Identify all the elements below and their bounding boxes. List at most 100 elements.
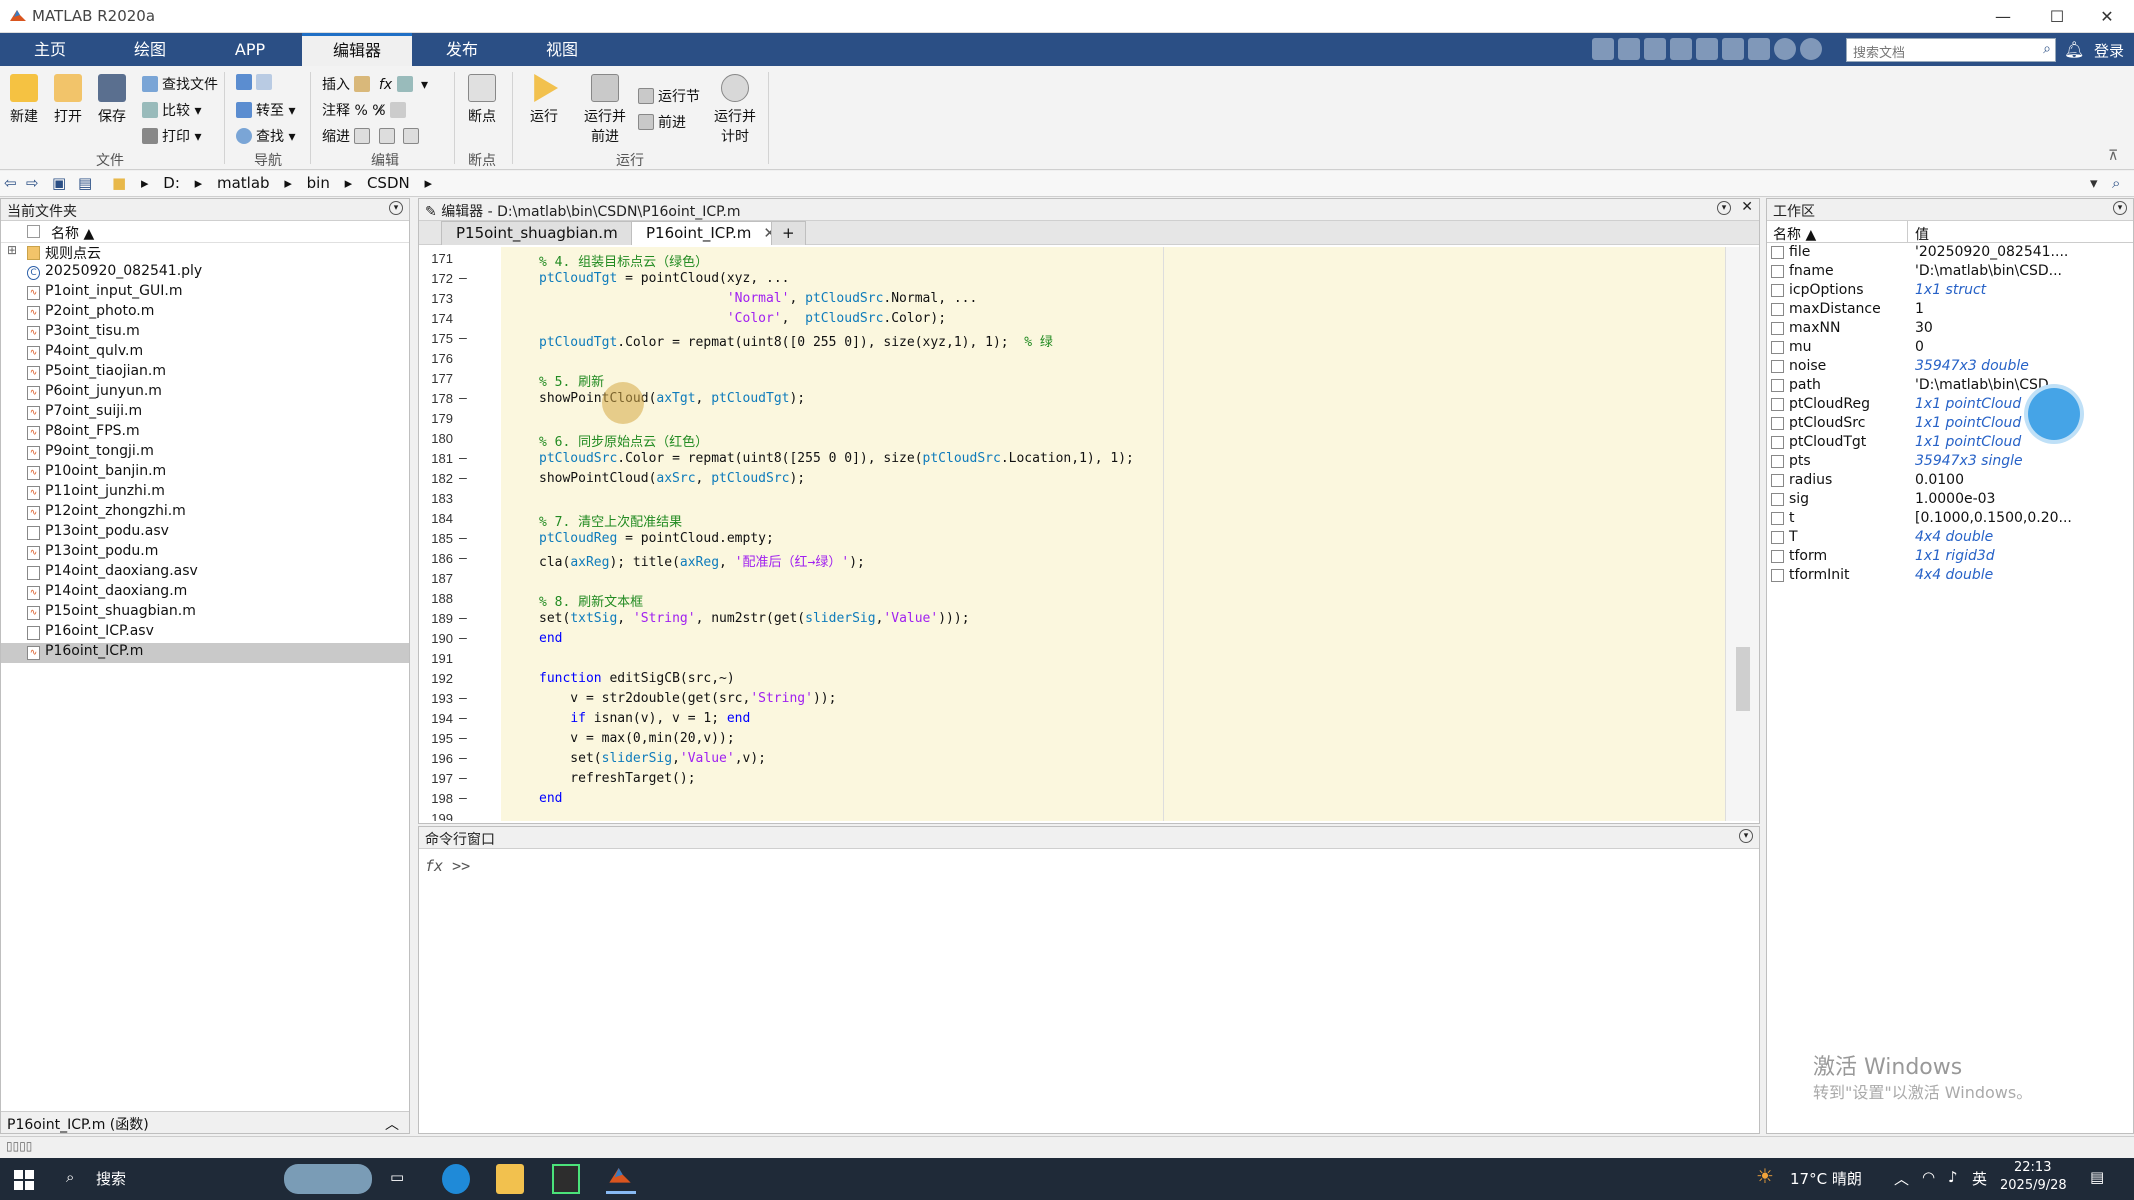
code-line[interactable]: 176 xyxy=(419,351,1725,371)
notification-icon[interactable]: ▤ xyxy=(2090,1168,2104,1186)
fx-icon[interactable]: fx xyxy=(379,77,392,93)
code-line[interactable]: 173 'Normal', ptCloudSrc.Normal, ... xyxy=(419,291,1725,311)
code-line[interactable]: 175 — ptCloudTgt.Color = repmat(uint8([0 2… xyxy=(419,331,1725,351)
workspace-variable-row[interactable]: maxDistance 1 xyxy=(1767,300,2133,319)
uncomment-icon[interactable]: %̸ xyxy=(372,103,385,119)
copy-icon[interactable] xyxy=(1644,38,1666,60)
advance-button[interactable]: 前进 xyxy=(638,112,686,132)
taskbar-search-icon[interactable]: ⌕ xyxy=(66,1168,74,1186)
breadcrumb-matlab[interactable]: matlab xyxy=(217,174,270,192)
breakpoint-marker-icon[interactable]: — xyxy=(459,331,467,346)
switch-windows-icon[interactable] xyxy=(1748,38,1770,60)
tab-view[interactable]: 视图 xyxy=(512,33,612,66)
line-number[interactable]: 184 xyxy=(419,511,453,526)
workspace-variable-row[interactable]: mu 0 xyxy=(1767,338,2133,357)
back-forward-button[interactable] xyxy=(236,74,276,91)
new-button[interactable]: 新建 xyxy=(4,74,44,126)
breakpoint-marker-icon[interactable]: — xyxy=(459,631,467,646)
breakpoint-marker-icon[interactable]: — xyxy=(459,551,467,566)
line-number[interactable]: 174 xyxy=(419,311,453,326)
code-line[interactable]: 192 function editSigCB(src,~) xyxy=(419,671,1725,691)
maximize-button[interactable]: ☐ xyxy=(2034,0,2080,33)
workspace-variable-row[interactable]: radius 0.0100 xyxy=(1767,471,2133,490)
breakpoint-marker-icon[interactable]: — xyxy=(459,691,467,706)
indent-button[interactable]: 缩进 xyxy=(322,126,423,146)
line-number[interactable]: 198 xyxy=(419,791,453,806)
breadcrumb-csdn[interactable]: CSDN xyxy=(367,174,410,192)
file-list-item[interactable]: ∿ P15oint_shuagbian.m xyxy=(1,603,409,623)
editor-tab-p16[interactable]: P16oint_ICP.m ✕ xyxy=(631,221,791,245)
workspace-variable-row[interactable]: sig 1.0000e-03 xyxy=(1767,490,2133,509)
line-number[interactable]: 191 xyxy=(419,651,453,666)
line-number[interactable]: 196 xyxy=(419,751,453,766)
search-docs-input[interactable]: 搜索文档 ⌕ xyxy=(1846,38,2056,62)
file-list-item[interactable]: ∿ P9oint_tongji.m xyxy=(1,443,409,463)
code-area[interactable]: 171 % 4. 组装目标点云（绿色） 172 — ptCloudTgt = point… xyxy=(419,247,1759,821)
line-number[interactable]: 197 xyxy=(419,771,453,786)
goto-button[interactable]: 转至 ▾ xyxy=(236,100,295,120)
line-number[interactable]: 177 xyxy=(419,371,453,386)
breakpoint-marker-icon[interactable]: — xyxy=(459,391,467,406)
file-list-item[interactable]: ⊞ 规则点云 xyxy=(1,243,409,263)
task-view-icon[interactable]: ▭ xyxy=(390,1168,404,1186)
run-time-button[interactable]: 运行并 计时 xyxy=(710,74,760,146)
code-line[interactable]: 180 % 6. 同步原始点云（红色） xyxy=(419,431,1725,451)
new-tab-button[interactable]: + xyxy=(771,221,806,245)
code-line[interactable]: 181 — ptCloudSrc.Color = repmat(uint8([255… xyxy=(419,451,1725,471)
workspace-variable-row[interactable]: icpOptions 1x1 struct xyxy=(1767,281,2133,300)
file-list-item[interactable]: ∿ P11oint_junzhi.m xyxy=(1,483,409,503)
line-number[interactable]: 179 xyxy=(419,411,453,426)
line-number[interactable]: 194 xyxy=(419,711,453,726)
workspace-variable-row[interactable]: maxNN 30 xyxy=(1767,319,2133,338)
workspace-variable-row[interactable]: tform 1x1 rigid3d xyxy=(1767,547,2133,566)
details-bar[interactable]: P16oint_ICP.m (函数) ︿ xyxy=(1,1111,409,1133)
code-line[interactable]: 183 xyxy=(419,491,1725,511)
line-number[interactable]: 176 xyxy=(419,351,453,366)
file-explorer-icon[interactable] xyxy=(496,1164,524,1194)
bell-icon[interactable]: 🔔︎ xyxy=(2064,40,2084,59)
print-button[interactable]: 打印 ▾ xyxy=(142,126,201,146)
column-name-header[interactable]: 名称 ▲ xyxy=(1773,224,1816,244)
taskbar-landscape-widget[interactable] xyxy=(284,1164,372,1194)
fx-icon[interactable]: fx xyxy=(425,857,443,875)
breakpoints-button[interactable]: 断点 xyxy=(462,74,502,126)
file-list-item[interactable]: P14oint_daoxiang.asv xyxy=(1,563,409,583)
code-line[interactable]: 186 — cla(axReg); title(axReg, '配准后（红→绿）')… xyxy=(419,551,1725,571)
file-list-item[interactable]: ∿ P16oint_ICP.m xyxy=(1,643,409,663)
run-advance-button[interactable]: 运行并 前进 xyxy=(580,74,630,146)
close-button[interactable]: ✕ xyxy=(2084,0,2130,33)
pycharm-icon[interactable] xyxy=(552,1164,580,1194)
file-list-item[interactable]: P13oint_podu.asv xyxy=(1,523,409,543)
insert-button[interactable]: 插入 fx ▾ xyxy=(322,74,428,94)
tab-apps[interactable]: APP xyxy=(200,33,300,66)
file-list-item[interactable]: C 20250920_082541.ply xyxy=(1,263,409,283)
breakpoint-marker-icon[interactable]: — xyxy=(459,611,467,626)
breakpoint-marker-icon[interactable]: — xyxy=(459,451,467,466)
code-line[interactable]: 184 % 7. 清空上次配准结果 xyxy=(419,511,1725,531)
file-list-item[interactable]: ∿ P8oint_FPS.m xyxy=(1,423,409,443)
search-icon[interactable]: ⌕ xyxy=(2043,41,2051,57)
editor-menu-icon[interactable]: ▾ xyxy=(1717,201,1731,215)
line-number[interactable]: 172 xyxy=(419,271,453,286)
line-number[interactable]: 180 xyxy=(419,431,453,446)
run-button[interactable]: 运行 xyxy=(524,74,564,126)
collapse-ribbon-icon[interactable]: ⊼ xyxy=(2108,148,2118,164)
line-number[interactable]: 193 xyxy=(419,691,453,706)
help-icon[interactable] xyxy=(1774,38,1796,60)
open-button[interactable]: 打开 xyxy=(48,74,88,126)
file-list-item[interactable]: ∿ P10oint_banjin.m xyxy=(1,463,409,483)
back-icon[interactable]: ⇦ xyxy=(4,174,17,192)
breakpoint-marker-icon[interactable]: — xyxy=(459,751,467,766)
clock-time[interactable]: 22:13 xyxy=(2014,1160,2051,1175)
panel-menu-icon[interactable]: ▾ xyxy=(2113,201,2127,215)
workspace-variable-row[interactable]: fname 'D:\matlab\bin\CSD... xyxy=(1767,262,2133,281)
workspace-variable-row[interactable]: ptCloudTgt 1x1 pointCloud xyxy=(1767,433,2133,452)
workspace-variable-row[interactable]: path 'D:\matlab\bin\CSD... xyxy=(1767,376,2133,395)
code-line[interactable]: 197 — refreshTarget(); xyxy=(419,771,1725,791)
line-number[interactable]: 171 xyxy=(419,251,453,266)
column-value-header[interactable]: 值 xyxy=(1915,224,1929,244)
breadcrumb-bin[interactable]: bin xyxy=(307,174,330,192)
ime-indicator[interactable]: 英 xyxy=(1972,1168,1987,1189)
tab-plots[interactable]: 绘图 xyxy=(100,33,200,66)
line-number[interactable]: 188 xyxy=(419,591,453,606)
